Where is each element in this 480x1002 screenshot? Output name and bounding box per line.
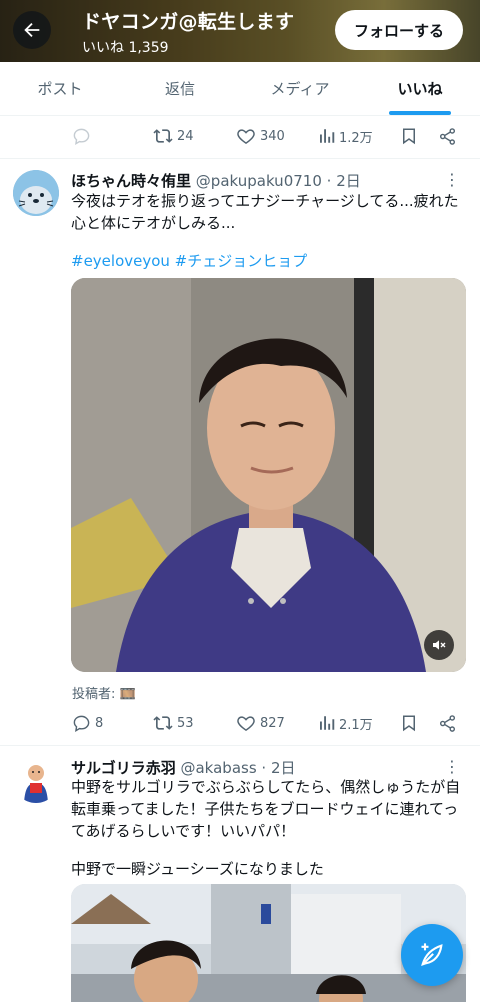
tab-likes[interactable]: いいね [360,62,480,115]
tweet-text-line: 今夜はテオを振り返ってエナジーチャージしてる...疲れた [71,192,459,210]
tab-media[interactable]: メディア [240,62,360,115]
bookmark-button[interactable] [400,713,418,733]
tweet-header: ほちゃん時々侑里 @pakupaku0710 · 2日 [71,170,361,191]
speaker-muted-icon [433,640,446,650]
tweet-text-line: 心と体にテオがしみる... [71,214,236,232]
divider [0,158,480,159]
heart-icon [237,716,255,731]
views-count: 2.1万 [339,717,373,733]
reply-button[interactable]: 8 [72,714,103,733]
prev-post-actions: 24 340 1.2万 [70,121,460,151]
bar-chart-icon [320,129,335,143]
bar-chart-icon [320,716,335,730]
tweet-text: 中野をサルゴリラでぶらぶらしてたら、偶然しゅうたが自 転車乗ってました！子供たち… [71,776,466,880]
retweet-count: 24 [177,128,194,144]
hashtags[interactable]: #eyeloveyou #チェジョンヒョプ [71,250,466,272]
like-count: 827 [260,715,285,731]
like-count: 340 [260,128,285,144]
timestamp: · 2日 [261,759,296,777]
mute-button[interactable] [424,630,454,660]
profile-screen: ドヤコンガ@転生します いいね 1,359 フォローする ポスト 返信 メディア… [0,0,480,1002]
tab-replies[interactable]: 返信 [120,62,240,115]
tweet-video[interactable] [71,278,466,672]
profile-header: ドヤコンガ@転生します いいね 1,359 フォローする [0,0,480,62]
avatar[interactable] [13,757,59,803]
like-button[interactable]: 340 [236,126,285,146]
profile-name: ドヤコンガ@転生します [82,11,295,33]
bookmark-icon [403,715,415,732]
likes-count: いいね 1,359 [82,40,169,56]
retweet-button[interactable]: 53 [153,713,194,733]
avatar[interactable] [13,170,59,216]
retweet-count: 53 [177,715,194,731]
retweet-icon [153,716,173,730]
tweet-text-line: 中野で一瞬ジューシーズになりました [71,860,324,878]
share-button[interactable] [438,127,457,146]
like-button[interactable]: 827 [236,713,285,733]
timestamp: · 2日 [326,172,361,190]
tweet-actions: 8 53 827 2.1万 [70,708,460,738]
tweet-text-line: 中野をサルゴリラでぶらぶらしてたら、偶然しゅうたが自 [71,778,461,796]
reply-button[interactable] [72,127,91,146]
author-name[interactable]: ほちゃん時々侑里 [71,172,191,190]
more-vertical-icon: ⋮ [444,170,460,189]
video-thumbnail [71,278,466,672]
more-options-button[interactable]: ⋮ [444,757,460,776]
share-icon [439,127,456,145]
tweet-text: 今夜はテオを振り返ってエナジーチャージしてる...疲れた 心と体にテオがしみる.… [71,190,466,272]
share-icon [439,714,456,732]
video-credit: 投稿者: 🎞️ [72,687,136,702]
share-button[interactable] [438,714,457,733]
seal-character-icon [13,170,59,216]
views-button[interactable]: 2.1万 [317,714,373,733]
compose-button[interactable] [401,924,463,986]
more-options-button[interactable]: ⋮ [444,170,460,189]
views-button[interactable]: 1.2万 [317,127,373,146]
profile-tabs: ポスト 返信 メディア いいね [0,62,480,116]
compose-feather-icon [421,943,443,966]
author-handle[interactable]: @akabass [180,759,256,777]
reply-icon [73,128,90,145]
retweet-icon [153,129,173,143]
author-handle[interactable]: @pakupaku0710 [196,172,322,190]
tweet-text-line: てあげるらしいです！いいパパ！ [71,822,296,840]
tweet-header: サルゴリラ赤羽 @akabass · 2日 [71,757,296,778]
reply-count: 8 [95,715,104,731]
person-illustration-icon [13,757,59,803]
heart-icon [237,129,255,144]
views-count: 1.2万 [339,130,373,146]
reply-icon [73,715,90,732]
more-vertical-icon: ⋮ [444,757,460,776]
bookmark-icon [403,128,415,145]
retweet-button[interactable]: 24 [153,126,194,146]
divider [0,745,480,746]
back-button[interactable] [13,11,51,49]
tab-posts[interactable]: ポスト [0,62,120,115]
follow-button[interactable]: フォローする [335,10,463,50]
bookmark-button[interactable] [400,126,418,146]
tweet-text-line: 転車乗ってました！子供たちをブロードウェイに連れてっ [71,800,459,818]
arrow-left-icon [24,22,40,38]
author-name[interactable]: サルゴリラ赤羽 [71,759,176,777]
